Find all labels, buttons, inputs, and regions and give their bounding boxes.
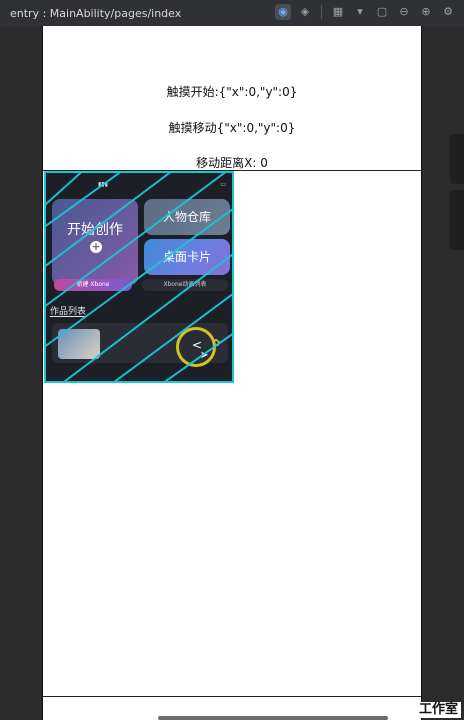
title-bar: entry : MainAbility/pages/index ◉ ◈ ▦ ▾ … bbox=[0, 0, 464, 26]
horizontal-scrollbar[interactable] bbox=[158, 716, 388, 720]
left-panel bbox=[0, 26, 42, 720]
zoom-in-icon[interactable]: ⊕ bbox=[418, 4, 434, 20]
device-preview: 触摸开始:{"x":0,"y":0} 触摸移动{"x":0,"y":0} 移动距… bbox=[42, 26, 422, 720]
swipe-trace-lines bbox=[46, 173, 232, 381]
side-tab-top[interactable] bbox=[450, 134, 464, 184]
app-preview-panel[interactable]: ▮▮▮ ▭ 开始创作 + 人物仓库 桌面卡片 新建 Xbone Xbone动画列… bbox=[44, 171, 234, 383]
eye-icon[interactable]: ◉ bbox=[275, 4, 291, 20]
side-tab-middle[interactable] bbox=[450, 190, 464, 250]
crop-icon[interactable]: ▢ bbox=[374, 4, 390, 20]
zoom-out-icon[interactable]: ⊖ bbox=[396, 4, 412, 20]
layers-icon[interactable]: ◈ bbox=[297, 4, 313, 20]
toolbar-divider bbox=[321, 5, 322, 19]
toolbar-icons: ◉ ◈ ▦ ▾ ▢ ⊖ ⊕ ⚙ bbox=[275, 4, 456, 20]
move-distance-text: 移动距离X: 0 bbox=[196, 156, 268, 170]
settings-icon[interactable]: ⚙ bbox=[440, 4, 456, 20]
chevron-down-icon[interactable]: ▾ bbox=[352, 4, 368, 20]
grid-icon[interactable]: ▦ bbox=[330, 4, 346, 20]
bottom-divider bbox=[43, 696, 421, 697]
touch-move-text: 触摸移动{"x":0,"y":0} bbox=[168, 121, 296, 135]
watermark-text: 工作室 bbox=[416, 702, 462, 718]
touch-start-text: 触摸开始:{"x":0,"y":0} bbox=[166, 85, 298, 99]
window-title: entry : MainAbility/pages/index bbox=[10, 6, 182, 20]
